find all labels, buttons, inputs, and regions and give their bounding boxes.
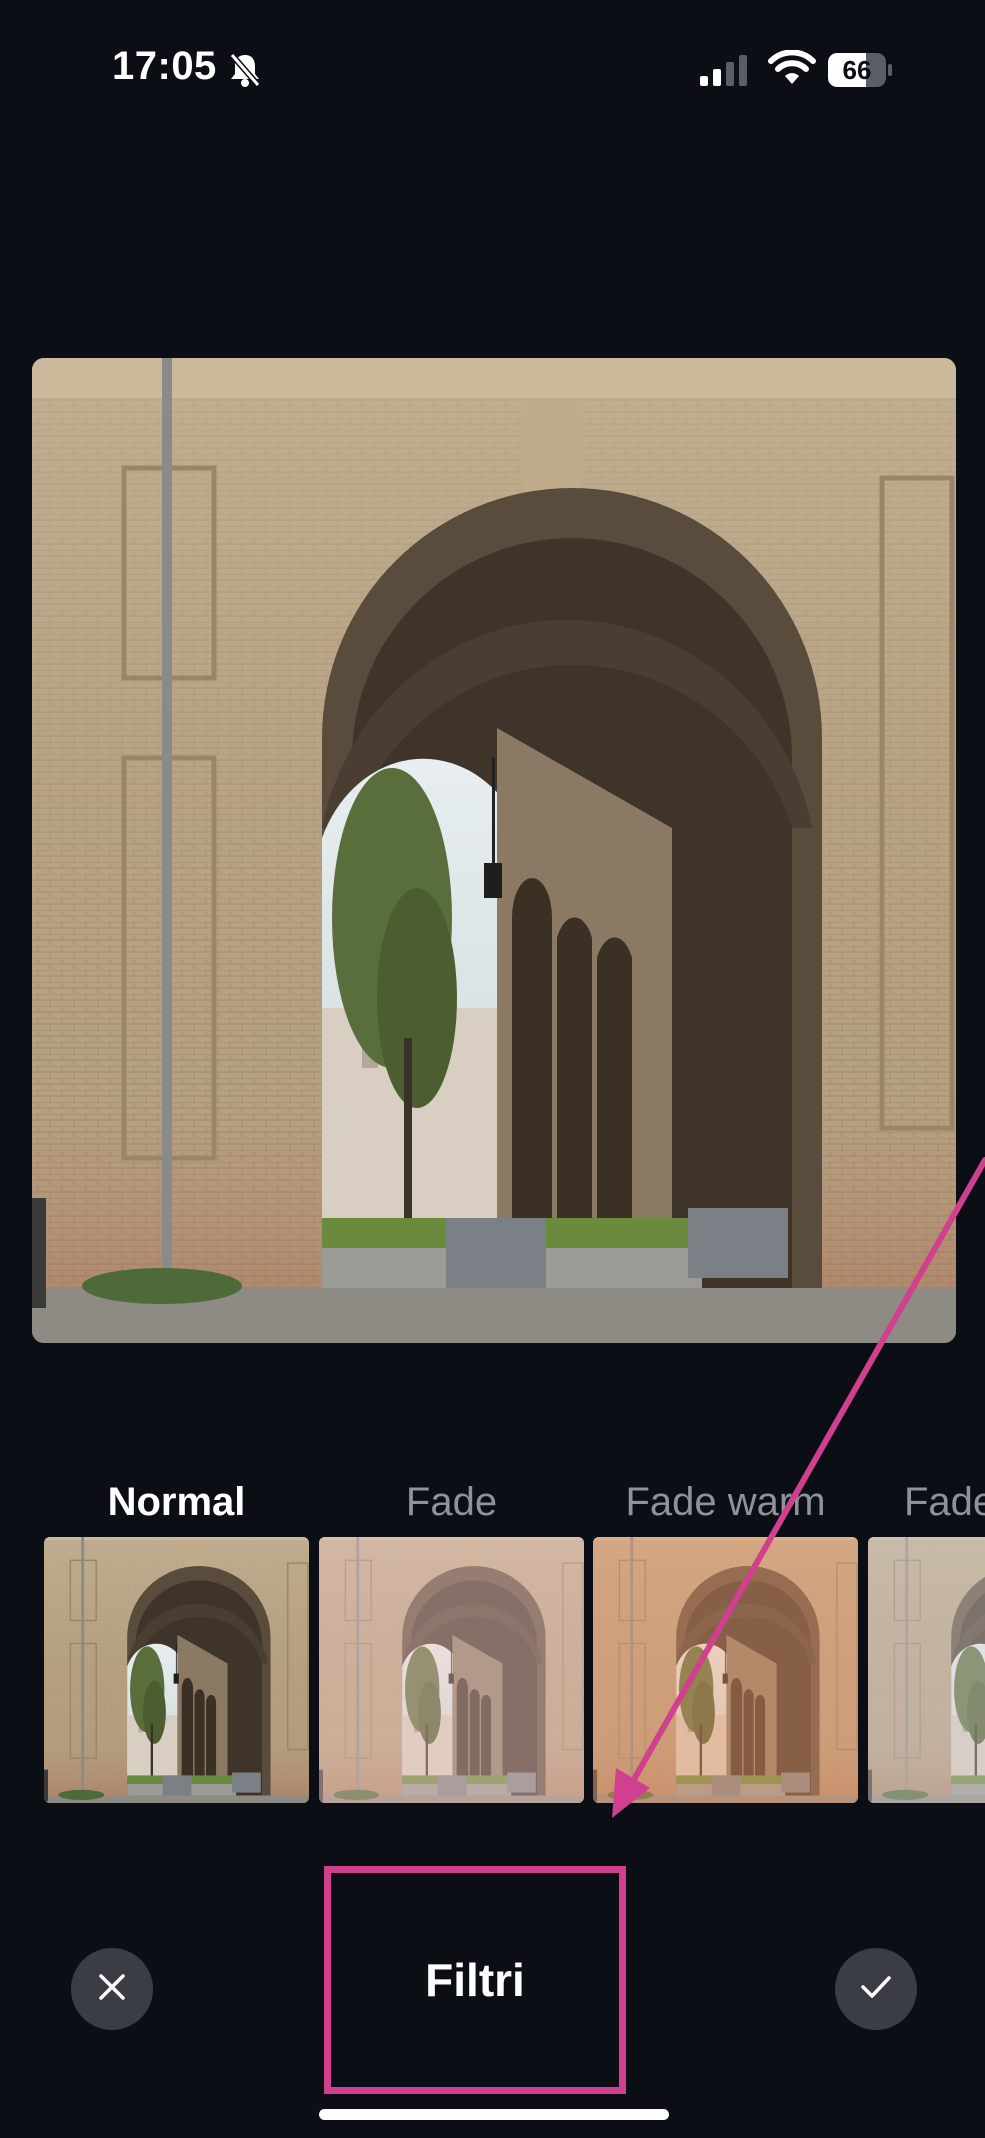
photo-preview	[32, 358, 956, 1343]
bell-slash-icon	[228, 52, 262, 88]
confirm-button[interactable]	[835, 1948, 917, 2030]
filter-label: Fade	[405, 1480, 498, 1524]
battery-body: 66	[828, 53, 886, 87]
checkmark-icon	[858, 1972, 894, 2007]
filter-thumbnail[interactable]	[593, 1537, 858, 1803]
filter-label: Fade	[904, 1480, 985, 1524]
filter-strip[interactable]: Normal Fade Fade warm Fade	[0, 1470, 985, 1805]
filter-thumbnail[interactable]	[319, 1537, 584, 1803]
filter-thumbnail[interactable]	[868, 1537, 985, 1803]
status-bar: 17:05 66	[0, 0, 985, 140]
battery-percent: 66	[842, 55, 872, 85]
battery-cap	[888, 64, 892, 76]
filter-label: Fade warm	[625, 1480, 826, 1524]
filter-label: Normal	[107, 1480, 246, 1524]
status-time: 17:05	[112, 44, 217, 88]
home-indicator	[319, 2109, 669, 2120]
cellular-signal-icon	[698, 54, 750, 86]
close-icon	[95, 1970, 129, 2009]
wifi-icon	[768, 49, 816, 86]
filter-thumbnail[interactable]	[44, 1537, 309, 1803]
battery-icon: 66	[828, 53, 892, 87]
cancel-button[interactable]	[71, 1948, 153, 2030]
screen-title: Filtri	[425, 1954, 525, 2006]
